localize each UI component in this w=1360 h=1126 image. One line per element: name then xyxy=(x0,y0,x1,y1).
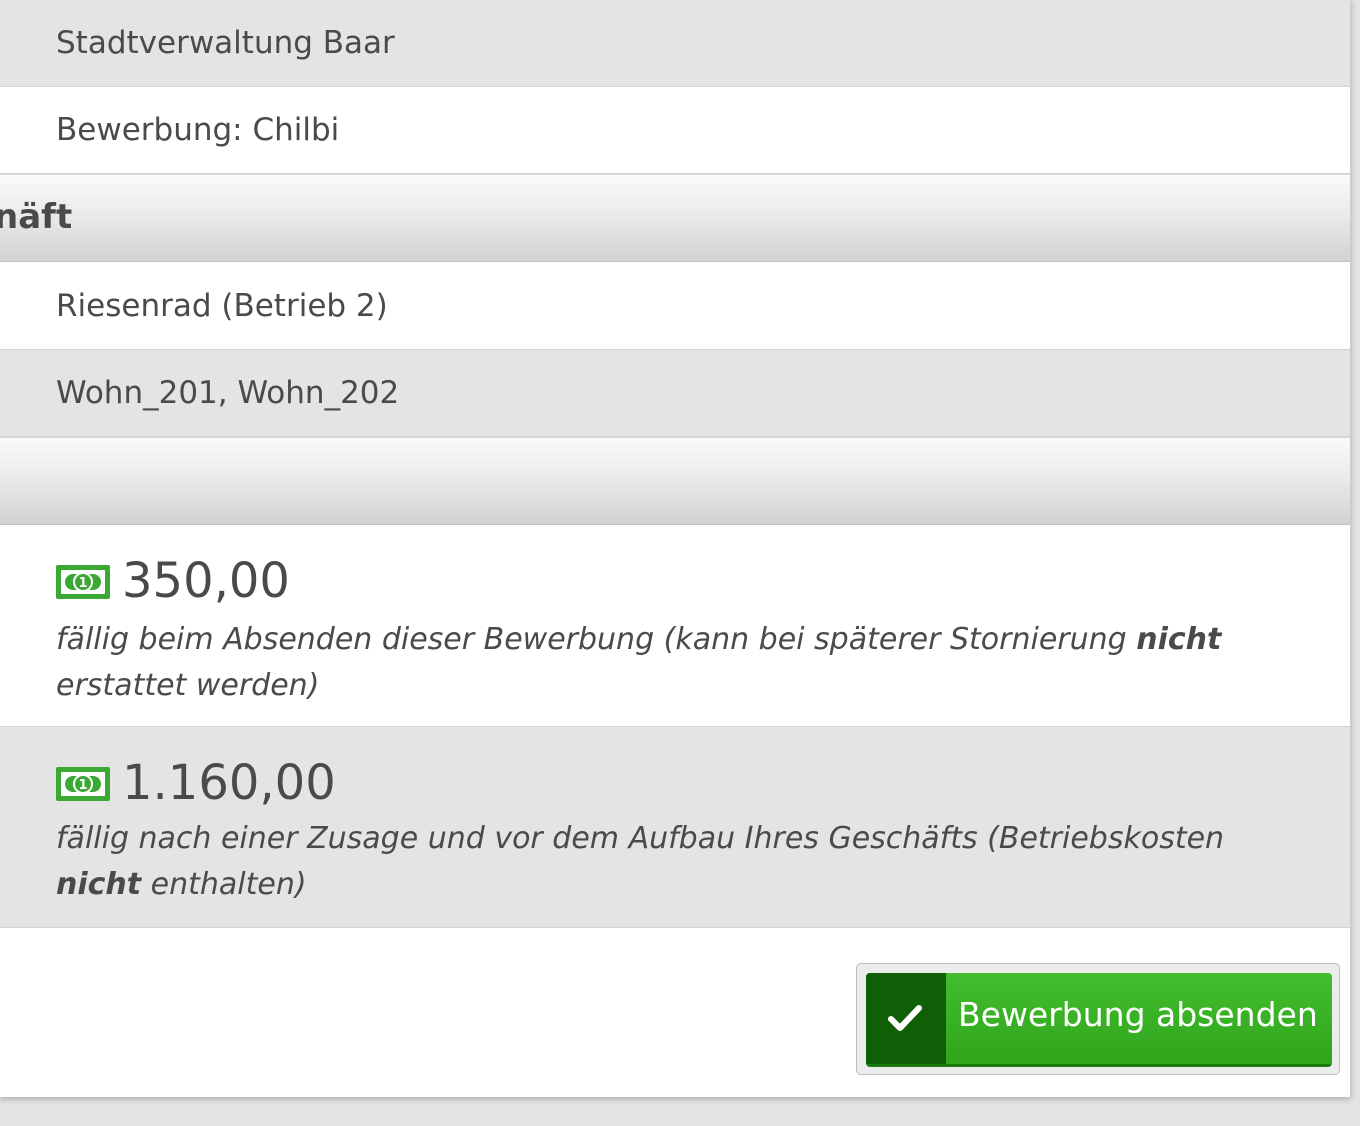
svg-text:1: 1 xyxy=(78,576,87,591)
application-summary-panel: Stadtverwaltung Baar Bewerbung: Chilbi n… xyxy=(0,0,1351,1097)
business-section-header: näft xyxy=(0,174,1350,262)
fees-section-header xyxy=(0,437,1350,525)
business-name-row: Riesenrad (Betrieb 2) xyxy=(0,262,1350,350)
check-icon-box xyxy=(866,973,946,1064)
fee-note: fällig nach einer Zusage und vor dem Auf… xyxy=(56,821,1225,902)
check-icon xyxy=(888,1005,922,1031)
money-bill-icon: 1 xyxy=(56,565,110,599)
fee-note: fällig beim Absenden dieser Bewerbung (k… xyxy=(56,622,1222,703)
submit-application-button[interactable]: Bewerbung absenden xyxy=(866,973,1332,1067)
vehicles-row: Wohn_201, Wohn_202 xyxy=(0,350,1350,437)
section-title: näft xyxy=(0,197,73,237)
application-title: Bewerbung: Chilbi xyxy=(56,112,340,148)
money-bill-icon: 1 xyxy=(56,767,110,801)
vehicles-list: Wohn_201, Wohn_202 xyxy=(56,375,400,411)
svg-text:1: 1 xyxy=(78,778,87,793)
fee-row-application: 1 350,00 fällig beim Absenden dieser Bew… xyxy=(0,525,1350,727)
organizer-name: Stadtverwaltung Baar xyxy=(56,25,395,61)
fee-amount: 350,00 xyxy=(122,553,290,609)
application-row: Bewerbung: Chilbi xyxy=(0,87,1350,174)
fee-amount: 1.160,00 xyxy=(122,755,336,811)
business-name: Riesenrad (Betrieb 2) xyxy=(56,288,388,324)
fee-row-acceptance: 1 1.160,00 fällig nach einer Zusage und … xyxy=(0,727,1350,928)
submit-button-label: Bewerbung absenden xyxy=(958,995,1318,1034)
organizer-row: Stadtverwaltung Baar xyxy=(0,0,1350,87)
